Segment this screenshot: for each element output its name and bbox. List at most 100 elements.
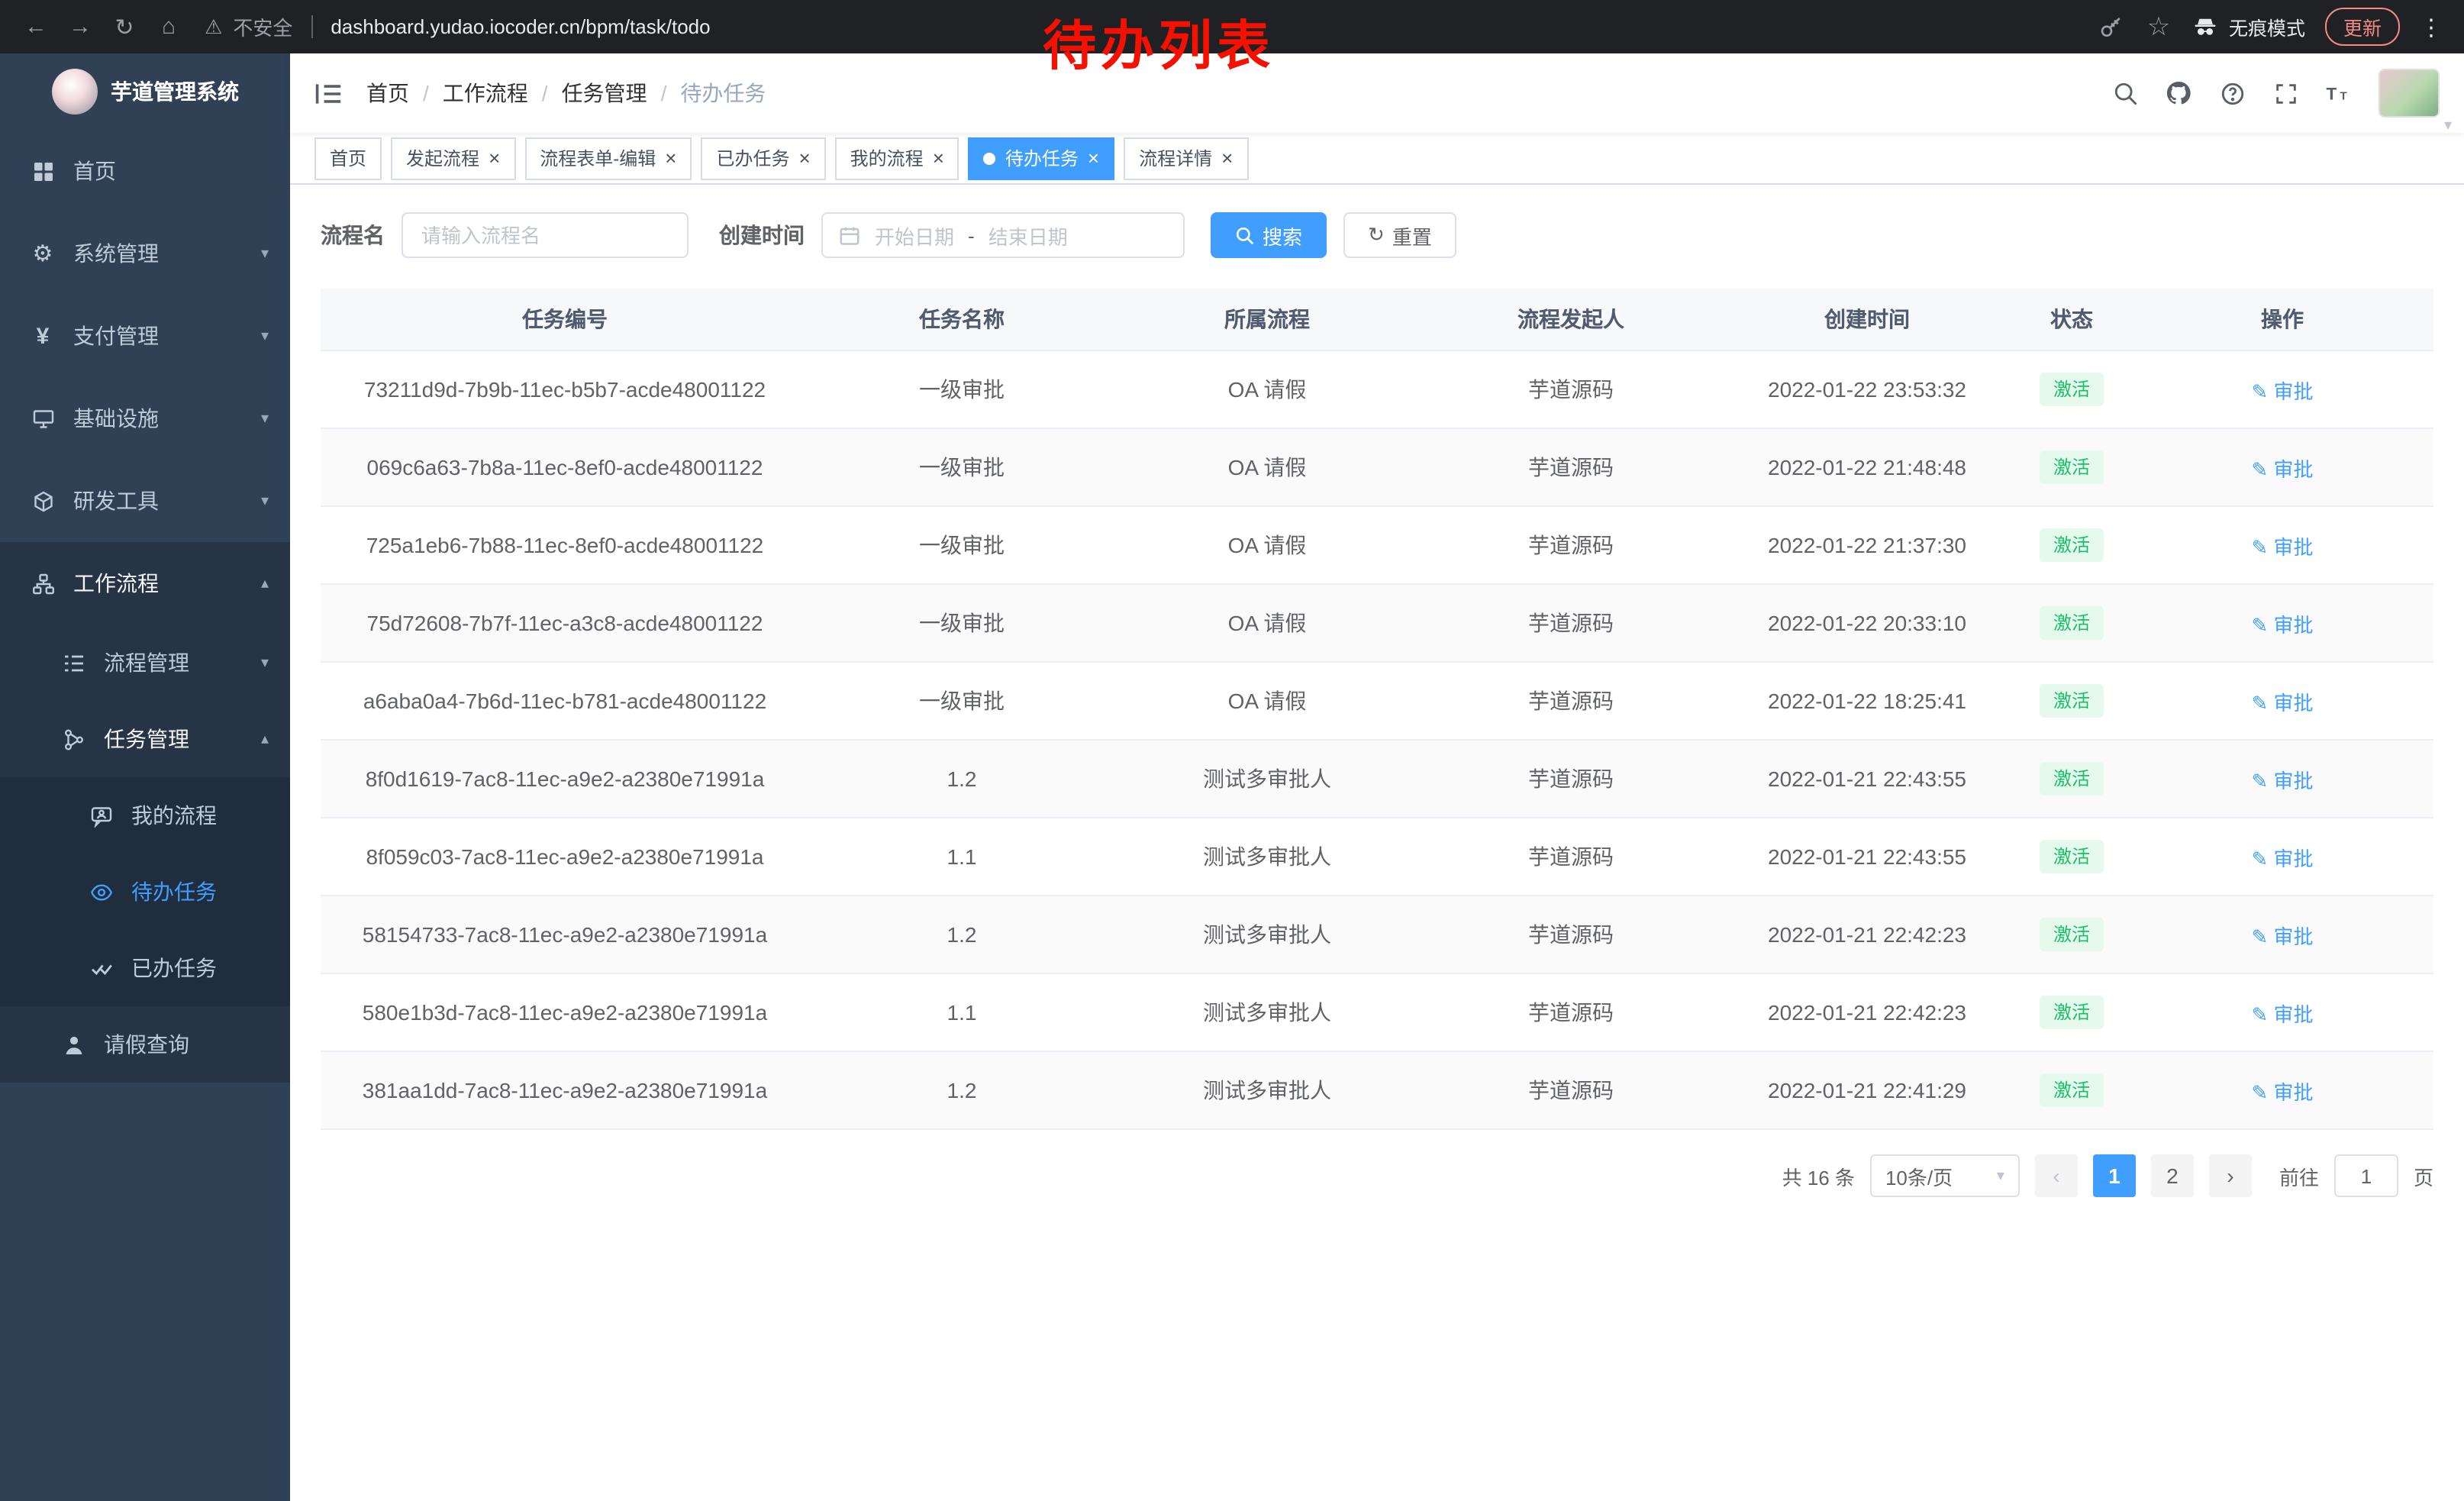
status-badge: 激活 <box>2040 528 2104 562</box>
sidebar: 芋道管理系统 首页 ⚙ 系统管理 ▾ ¥ <box>0 53 290 1501</box>
sidebar-item-workflow[interactable]: 工作流程 ▴ <box>0 542 290 625</box>
breadcrumb-home[interactable]: 首页 <box>366 78 409 108</box>
tab-close-icon[interactable]: × <box>1221 148 1233 168</box>
sidebar-item-system-management[interactable]: ⚙ 系统管理 ▾ <box>0 212 290 295</box>
approve-button[interactable]: ✎ 审批 <box>2251 1002 2313 1025</box>
browser-menu-icon[interactable]: ⋮ <box>2420 13 2443 40</box>
sidebar-item-process-management[interactable]: 流程管理 ▾ <box>0 625 290 701</box>
breadcrumb-task-management[interactable]: 任务管理 <box>562 78 647 108</box>
status-cell: 激活 <box>2012 973 2131 1051</box>
sidebar-item-leave-query[interactable]: 请假查询 <box>0 1006 290 1083</box>
forward-button[interactable]: → <box>60 6 101 47</box>
back-button[interactable]: ← <box>15 6 56 47</box>
security-label: 不安全 <box>233 12 292 41</box>
created-time-cell: 2022-01-21 22:41:29 <box>1722 1051 2012 1129</box>
sidebar-item-done-tasks[interactable]: 已办任务 <box>0 930 290 1006</box>
goto-page-input[interactable] <box>2334 1154 2398 1197</box>
process-management-icon <box>61 650 85 675</box>
sidebar-item-my-process[interactable]: 我的流程 <box>0 777 290 854</box>
start-date-placeholder: 开始日期 <box>875 221 954 250</box>
goto-label: 前往 <box>2279 1161 2319 1190</box>
tab-close-icon[interactable]: × <box>1088 148 1099 168</box>
initiator-cell: 芋道源码 <box>1420 896 1722 973</box>
sidebar-item-payment-management[interactable]: ¥ 支付管理 ▾ <box>0 295 290 377</box>
tab-close-icon[interactable]: × <box>933 148 944 168</box>
github-icon[interactable] <box>2165 79 2192 107</box>
action-cell: ✎ 审批 <box>2131 506 2433 584</box>
approve-button[interactable]: ✎ 审批 <box>2251 925 2313 947</box>
sidebar-item-home[interactable]: 首页 <box>0 130 290 212</box>
tab-close-icon[interactable]: × <box>489 148 500 168</box>
tab-start-process[interactable]: 发起流程 × <box>391 137 515 179</box>
tab-process-form-edit[interactable]: 流程表单-编辑 × <box>524 137 692 179</box>
table-row: 069c6a63-7b8a-11ec-8ef0-acde48001122一级审批… <box>321 428 2433 506</box>
approve-button[interactable]: ✎ 审批 <box>2251 1080 2313 1103</box>
tab-close-icon[interactable]: × <box>798 148 810 168</box>
approve-button[interactable]: ✎ 审批 <box>2251 769 2313 792</box>
approve-button[interactable]: ✎ 审批 <box>2251 379 2313 402</box>
svg-text:T: T <box>2340 89 2347 102</box>
tab-process-detail[interactable]: 流程详情 × <box>1124 137 1248 179</box>
tab-close-icon[interactable]: × <box>665 148 676 168</box>
reload-button[interactable]: ↻ <box>104 6 145 47</box>
date-range-picker[interactable]: 开始日期 - 结束日期 <box>821 212 1185 258</box>
approve-button[interactable]: ✎ 审批 <box>2251 457 2313 480</box>
reset-button[interactable]: ↻ 重置 <box>1343 212 1456 258</box>
breadcrumb-workflow[interactable]: 工作流程 <box>443 78 528 108</box>
approve-button[interactable]: ✎ 审批 <box>2251 691 2313 714</box>
approve-button[interactable]: ✎ 审批 <box>2251 535 2313 558</box>
sidebar-item-todo-tasks[interactable]: 待办任务 <box>0 854 290 930</box>
page-button-2[interactable]: 2 <box>2151 1154 2194 1197</box>
workflow-icon <box>31 571 55 596</box>
search-icon <box>1235 225 1255 245</box>
key-icon[interactable] <box>2098 13 2125 40</box>
breadcrumb-current: 待办任务 <box>680 78 766 108</box>
created-time-cell: 2022-01-21 22:42:23 <box>1722 896 2012 973</box>
table-row: 8f059c03-7ac8-11ec-a9e2-a2380e71991a1.1测… <box>321 818 2433 896</box>
next-page-button[interactable]: › <box>2209 1154 2252 1197</box>
task-name-cell: 一级审批 <box>809 662 1114 740</box>
main-content: 首页 / 工作流程 / 任务管理 / 待办任务 <box>290 53 2464 1501</box>
column-header-task-id: 任务编号 <box>321 289 809 350</box>
edit-icon: ✎ <box>2251 379 2273 402</box>
task-id-cell: a6aba0a4-7b6d-11ec-b781-acde48001122 <box>321 662 809 740</box>
sidebar-toggle-button[interactable] <box>290 82 366 105</box>
chevron-down-icon: ▾ <box>261 410 269 427</box>
sidebar-item-task-management[interactable]: 任务管理 ▴ <box>0 701 290 777</box>
pagination: 共 16 条 10条/页 ▾ ‹ 1 2 › 前往 页 <box>321 1154 2433 1197</box>
page-size-select[interactable]: 10条/页 ▾ <box>1870 1154 2020 1197</box>
bookmark-star-icon[interactable]: ☆ <box>2145 13 2172 40</box>
status-badge: 激活 <box>2040 684 2104 718</box>
approve-button[interactable]: ✎ 审批 <box>2251 847 2313 870</box>
search-button[interactable]: 搜索 <box>1211 212 1327 258</box>
initiator-cell: 芋道源码 <box>1420 350 1722 428</box>
create-time-label: 创建时间 <box>719 220 805 250</box>
tab-todo-tasks[interactable]: 待办任务 × <box>969 137 1114 179</box>
tab-done-tasks[interactable]: 已办任务 × <box>701 137 825 179</box>
sidebar-item-infrastructure[interactable]: 基础设施 ▾ <box>0 377 290 460</box>
sidebar-item-dev-tools[interactable]: 研发工具 ▾ <box>0 460 290 542</box>
column-header-task-name: 任务名称 <box>809 289 1114 350</box>
process-cell: OA 请假 <box>1114 662 1420 740</box>
home-button[interactable]: ⌂ <box>148 6 189 47</box>
task-id-cell: 381aa1dd-7ac8-11ec-a9e2-a2380e71991a <box>321 1051 809 1129</box>
status-cell: 激活 <box>2012 506 2131 584</box>
prev-page-button[interactable]: ‹ <box>2035 1154 2078 1197</box>
status-cell: 激活 <box>2012 1051 2131 1129</box>
tab-home[interactable]: 首页 <box>314 137 382 179</box>
task-name-cell: 1.2 <box>809 740 1114 818</box>
user-avatar-menu[interactable]: ▾ <box>2379 69 2440 118</box>
page-button-1[interactable]: 1 <box>2093 1154 2136 1197</box>
table-row: 725a1eb6-7b88-11ec-8ef0-acde48001122一级审批… <box>321 506 2433 584</box>
tab-my-process[interactable]: 我的流程 × <box>835 137 959 179</box>
date-separator: - <box>968 224 975 247</box>
process-name-input[interactable] <box>402 212 689 258</box>
font-size-icon[interactable]: T T <box>2325 79 2353 107</box>
fullscreen-icon[interactable] <box>2272 79 2299 107</box>
update-button[interactable]: 更新 <box>2325 8 2400 46</box>
search-icon[interactable] <box>2111 79 2139 107</box>
task-name-cell: 1.1 <box>809 973 1114 1051</box>
table-row: 73211d9d-7b9b-11ec-b5b7-acde48001122一级审批… <box>321 350 2433 428</box>
approve-button[interactable]: ✎ 审批 <box>2251 613 2313 636</box>
help-icon[interactable] <box>2218 79 2246 107</box>
